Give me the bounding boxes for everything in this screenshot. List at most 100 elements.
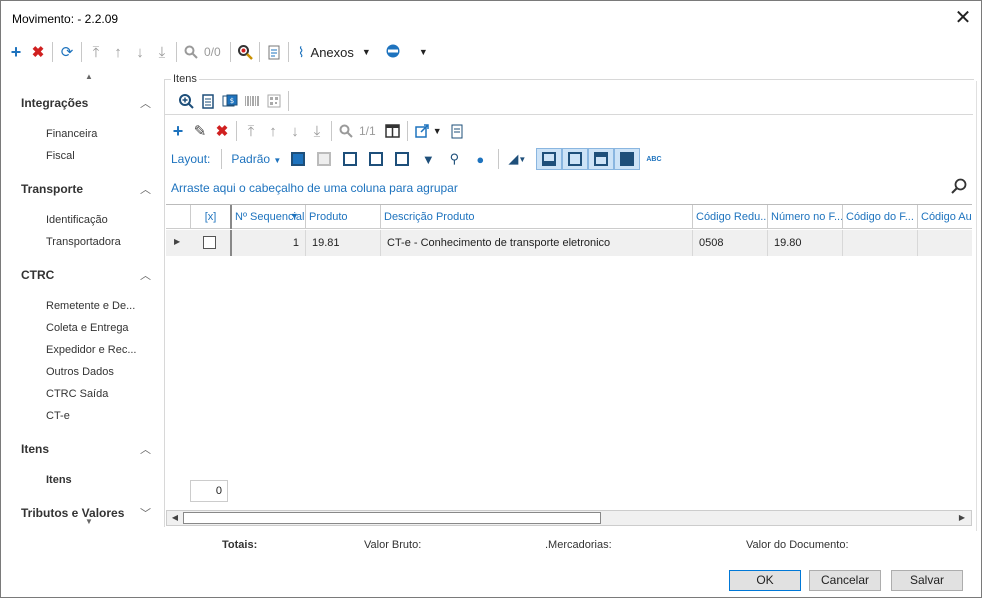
report-icon[interactable]: [263, 41, 285, 63]
sidebar-item-coleta[interactable]: Coleta e Entrega: [46, 322, 129, 334]
anexos-button[interactable]: ⌇ Anexos ▼: [298, 44, 371, 61]
cancel-button[interactable]: Cancelar: [809, 570, 881, 591]
scrollbar-thumb[interactable]: [183, 512, 601, 524]
layout-select[interactable]: Padrão ▼: [231, 152, 281, 166]
layout-middle-icon[interactable]: [562, 148, 589, 170]
chevron-up-icon: ︿: [140, 444, 151, 456]
column-header-codigo-aux[interactable]: Código Aux...: [917, 205, 972, 229]
sidebar-item-cte[interactable]: CT-e: [46, 410, 70, 422]
delete-icon[interactable]: ✖: [27, 41, 49, 63]
toolbar-separator: [236, 121, 237, 141]
insert-icon[interactable]: [339, 148, 361, 170]
search-item-icon[interactable]: [335, 120, 357, 142]
sidebar-item-ctrc-saida[interactable]: CTRC Saída: [46, 388, 108, 400]
add-icon[interactable]: +: [5, 41, 27, 63]
column-header-descricao[interactable]: Descrição Produto: [380, 205, 692, 229]
up-box-icon: [369, 152, 384, 166]
previous-item-icon[interactable]: ↑: [262, 120, 284, 142]
color-icon[interactable]: ●: [469, 148, 491, 170]
last-record-icon[interactable]: ⤓: [151, 41, 173, 63]
chart-icon[interactable]: ◢ ▼: [502, 148, 532, 170]
layout-bottom-icon[interactable]: [536, 148, 563, 170]
chevron-up-icon: ︿: [140, 98, 151, 110]
next-item-icon[interactable]: ↓: [284, 120, 306, 142]
layout-top-icon[interactable]: [588, 148, 615, 170]
close-icon[interactable]: ✕: [951, 7, 975, 29]
pin-icon[interactable]: ⚲: [443, 148, 465, 170]
scroll-left-icon[interactable]: ◀: [168, 512, 182, 524]
column-header-select[interactable]: [x]: [190, 205, 230, 229]
toolbar-separator: [81, 42, 82, 62]
sidebar-item-itens[interactable]: Itens: [46, 474, 72, 486]
previous-record-icon[interactable]: ↑: [107, 41, 129, 63]
cell-sequencial: 1: [230, 230, 305, 256]
cell-descricao: CT-e - Conhecimento de transporte eletro…: [380, 230, 692, 256]
sidebar-item-financeira[interactable]: Financeira: [46, 128, 97, 140]
spellcheck-icon[interactable]: ABC: [646, 156, 661, 163]
save-button[interactable]: Salvar: [891, 570, 963, 591]
first-item-icon[interactable]: ⤒: [240, 120, 262, 142]
sidebar-section-title: Itens: [21, 442, 50, 456]
process-icon: [385, 43, 401, 62]
add-item-icon[interactable]: +: [167, 120, 189, 142]
sidebar-item-transportadora[interactable]: Transportadora: [46, 236, 121, 248]
export-icon[interactable]: [411, 120, 433, 142]
print-preview-icon[interactable]: [446, 120, 468, 142]
chevron-down-icon[interactable]: ▼: [433, 126, 442, 136]
scroll-right-icon[interactable]: ▶: [955, 512, 969, 524]
sidebar-section-itens[interactable]: Itens ︿: [21, 442, 151, 456]
sidebar-item-fiscal[interactable]: Fiscal: [46, 150, 75, 162]
processes-button[interactable]: ▼: [385, 43, 428, 62]
row-indicator-icon: ▶: [174, 237, 181, 246]
scroll-down-icon[interactable]: ▼: [85, 517, 93, 526]
cell-produto: 19.81: [305, 230, 380, 256]
zoom-in-icon[interactable]: [175, 90, 197, 112]
sidebar-section-transporte[interactable]: Transporte ︿: [21, 182, 151, 196]
valor-documento-label: Valor do Documento:: [746, 539, 849, 551]
column-header-numero-fab[interactable]: Número no F...: [767, 205, 842, 229]
document-icon[interactable]: [197, 90, 219, 112]
row-checkbox[interactable]: [203, 236, 216, 249]
sidebar-section-title: Transporte: [21, 182, 84, 196]
sidebar-item-expedidor[interactable]: Expedidor e Rec...: [46, 344, 137, 356]
expand-icon[interactable]: [287, 148, 309, 170]
sidebar-item-remetente[interactable]: Remetente e De...: [46, 300, 135, 312]
refresh-icon[interactable]: ⟳: [56, 41, 78, 63]
sidebar-section-integracoes[interactable]: Integrações ︿: [21, 96, 151, 110]
column-header-produto[interactable]: Produto: [305, 205, 380, 229]
sidebar-section-ctrc[interactable]: CTRC ︿: [21, 268, 151, 282]
x-box-icon: [317, 152, 332, 166]
filter-search-icon[interactable]: [234, 41, 256, 63]
first-record-icon[interactable]: ⤒: [85, 41, 107, 63]
delete-item-icon[interactable]: ✖: [211, 120, 233, 142]
record-counter: 0/0: [204, 45, 221, 59]
scroll-up-icon[interactable]: ▲: [85, 72, 93, 81]
barcode-icon[interactable]: [241, 90, 263, 112]
grid-search-icon[interactable]: [951, 178, 967, 199]
layout-value: Padrão: [231, 152, 271, 166]
anexos-label: Anexos: [310, 44, 354, 60]
columns-icon[interactable]: [382, 120, 404, 142]
chevron-down-icon: ▼: [418, 47, 428, 57]
sidebar-item-outros-dados[interactable]: Outros Dados: [46, 366, 114, 378]
ok-button[interactable]: OK: [729, 570, 801, 591]
panel-toolbar-actions: + ✎ ✖ ⤒ ↑ ↓ ⤓ 1/1 ▼: [167, 120, 468, 142]
table-row[interactable]: ▶ 1 19.81 CT-e - Conhecimento de transpo…: [166, 230, 972, 256]
last-item-icon[interactable]: ⤓: [306, 120, 328, 142]
edit-icon[interactable]: ✎: [189, 120, 211, 142]
qr-code-icon[interactable]: [263, 90, 285, 112]
main-toolbar: + ✖ ⟳ ⤒ ↑ ↓ ⤓ 0/0 ⌇ Anexos ▼ ▼: [5, 39, 975, 65]
price-tag-icon[interactable]: $: [219, 90, 241, 112]
search-icon[interactable]: [180, 41, 202, 63]
next-record-icon[interactable]: ↓: [129, 41, 151, 63]
move-down-icon[interactable]: [391, 148, 413, 170]
column-header-codigo-reduzido[interactable]: Código Redu...: [692, 205, 767, 229]
clear-icon[interactable]: [313, 148, 335, 170]
horizontal-scrollbar[interactable]: ◀ ▶: [166, 510, 972, 526]
column-header-codigo-fab[interactable]: Código do F...: [842, 205, 917, 229]
group-hint: Arraste aqui o cabeçalho de uma coluna p…: [171, 181, 458, 195]
move-up-icon[interactable]: [365, 148, 387, 170]
paint-icon[interactable]: ▼: [417, 148, 439, 170]
sidebar-item-identificacao[interactable]: Identificação: [46, 214, 108, 226]
layout-center-icon[interactable]: [614, 148, 641, 170]
